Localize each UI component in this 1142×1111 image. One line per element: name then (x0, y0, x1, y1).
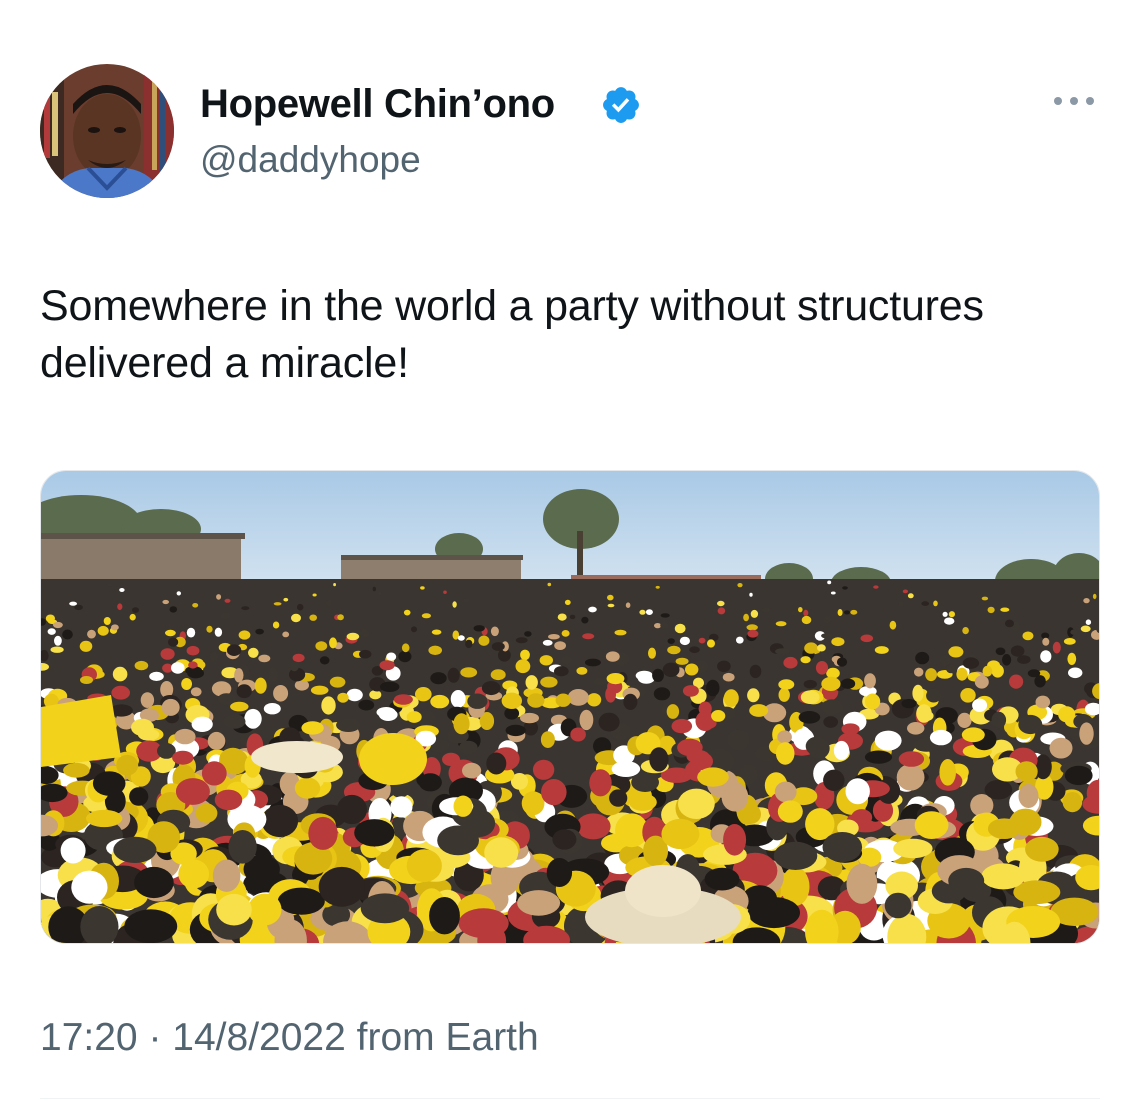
tweet-timestamp[interactable]: 17:20 · 14/8/2022 from Earth (40, 1014, 539, 1062)
tweet-time: 17:20 (40, 1016, 138, 1059)
profile-photo-icon (40, 64, 174, 198)
tweet-text: Somewhere in the world a party without s… (40, 282, 984, 387)
ellipsis-icon (1054, 97, 1094, 105)
avatar[interactable] (40, 64, 174, 198)
display-name[interactable]: Hopewell Chin’ono (200, 80, 555, 128)
tweet-source: from Earth (356, 1016, 539, 1059)
photo-crowd-in-yellow-icon (41, 471, 1099, 943)
more-options-button[interactable] (1048, 86, 1100, 116)
divider (40, 1098, 1100, 1099)
tweet-date: 14/8/2022 (172, 1016, 346, 1059)
tweet-media-image[interactable] (40, 470, 1100, 944)
user-handle[interactable]: @daddyhope (200, 138, 421, 182)
verified-badge-icon (600, 84, 642, 126)
separator-dot: · (148, 1016, 162, 1059)
